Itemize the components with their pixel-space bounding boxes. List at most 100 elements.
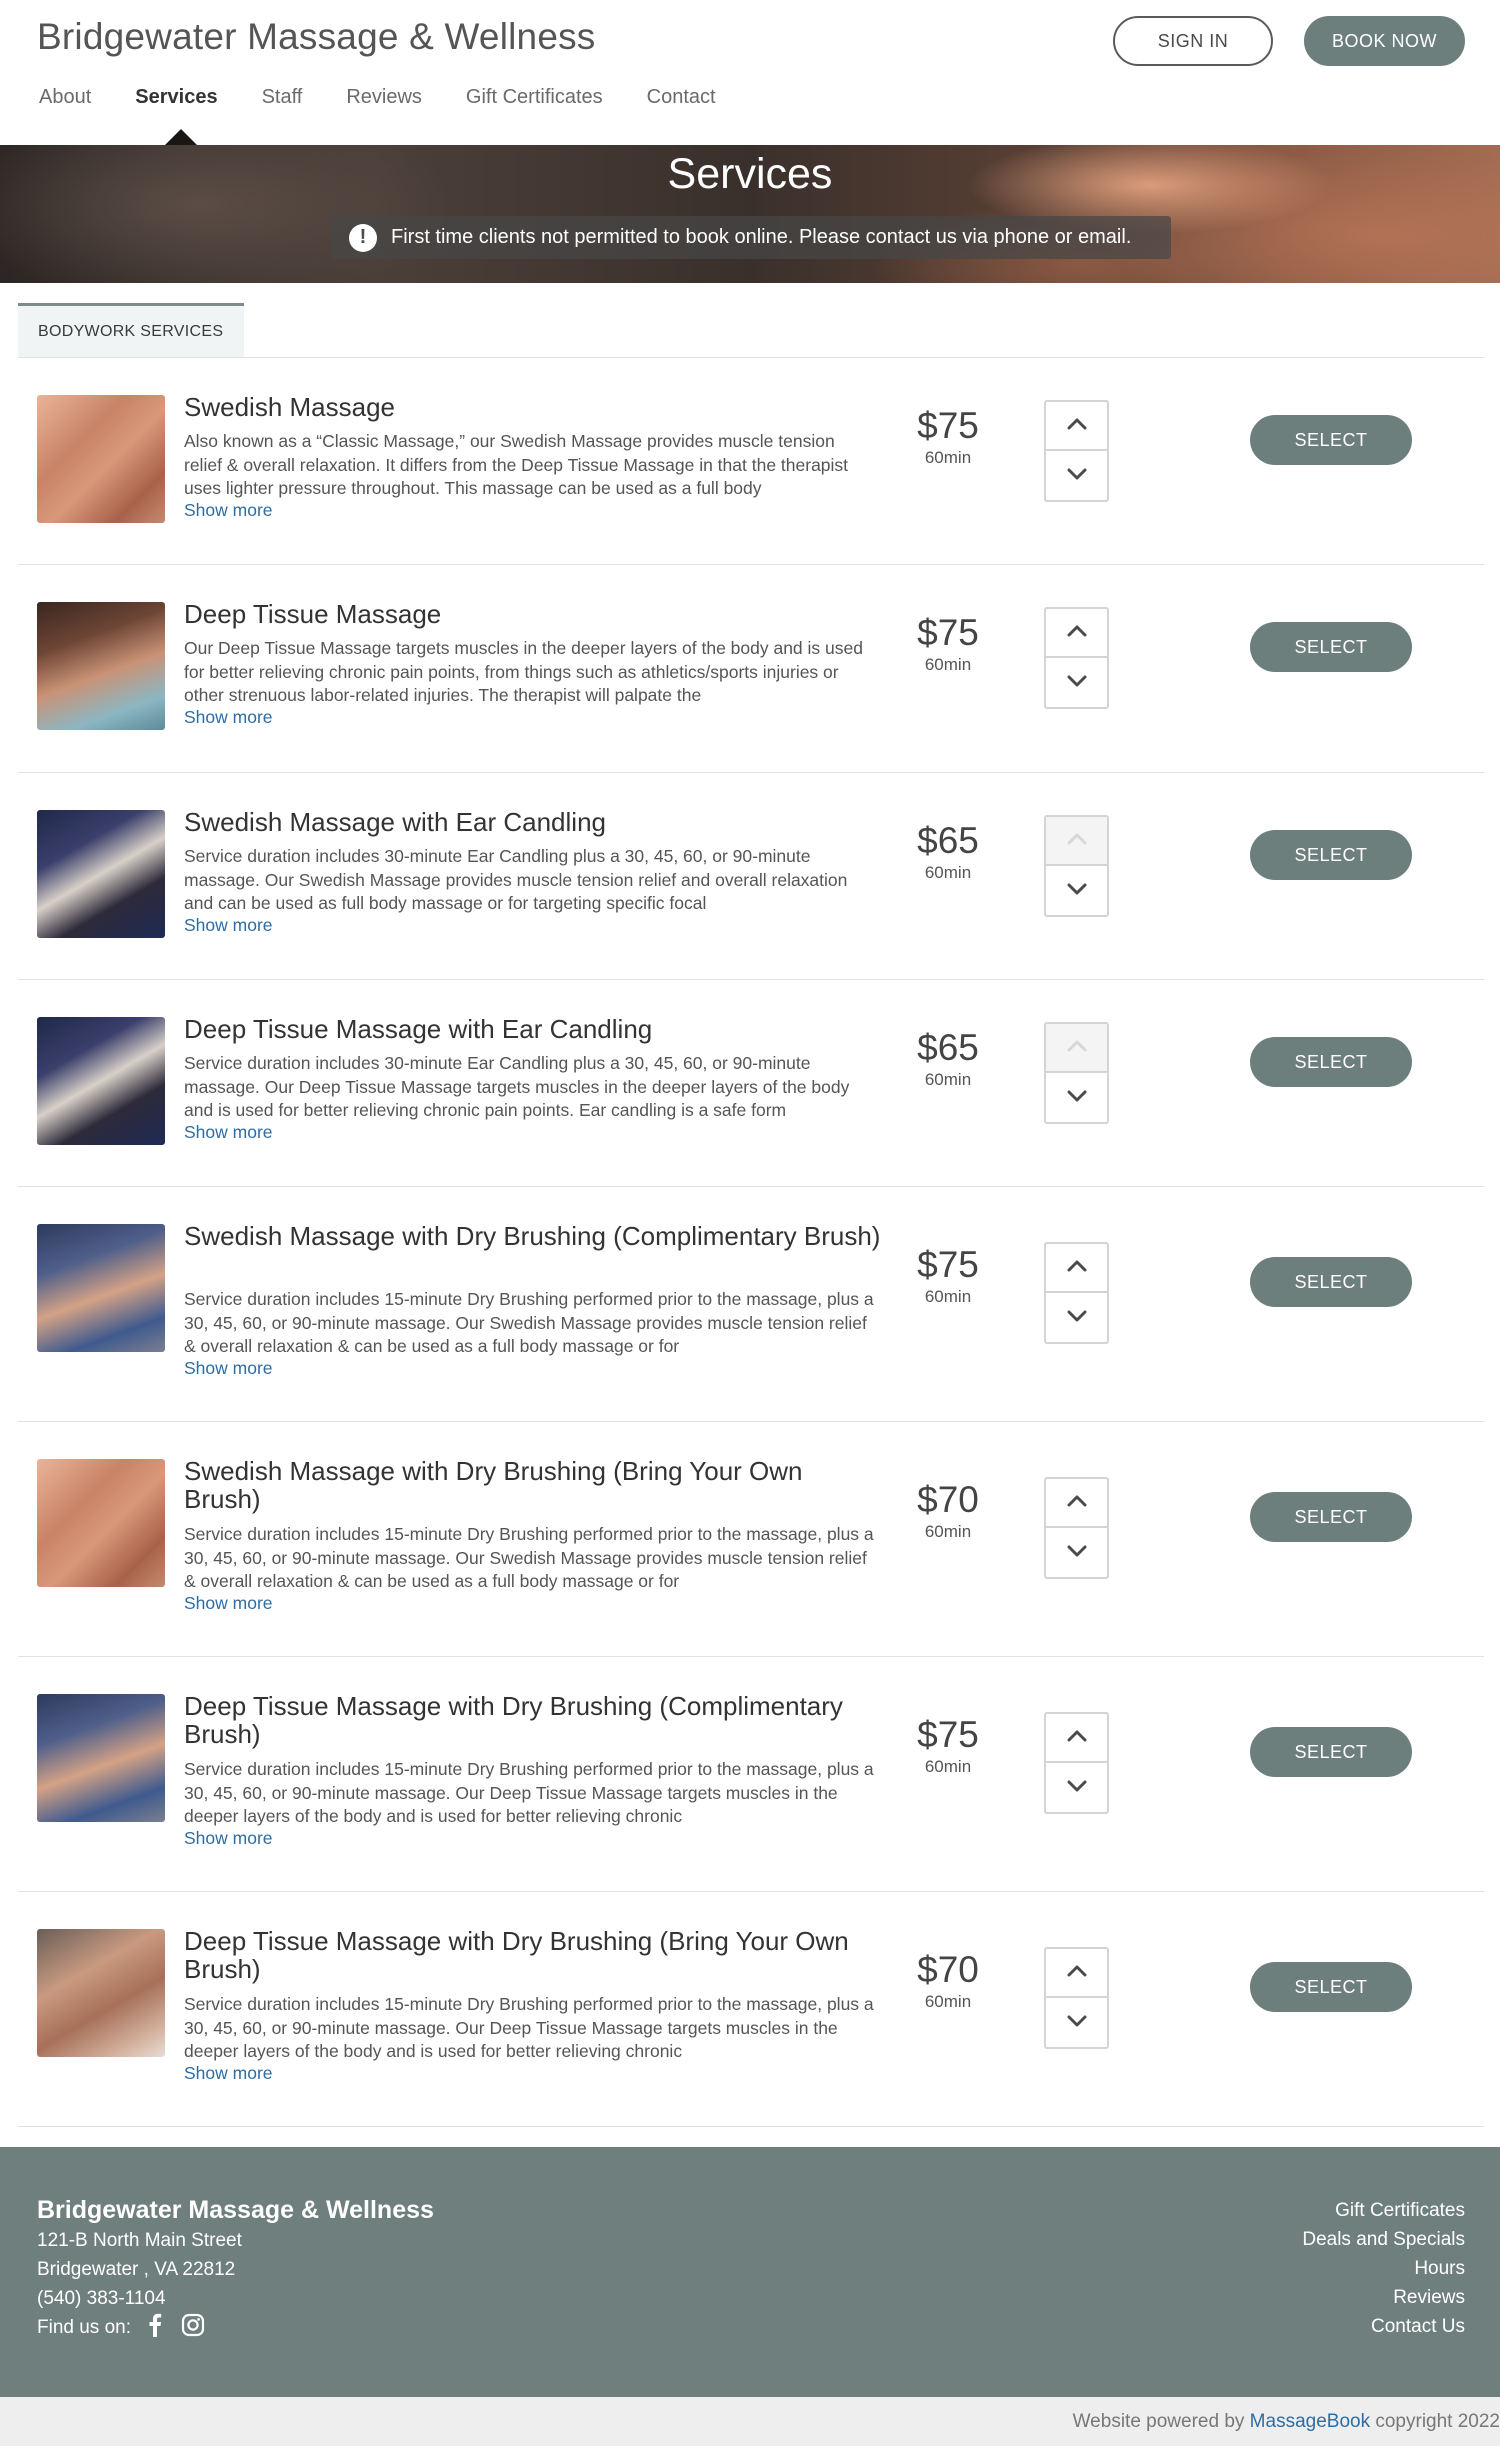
powered-by-prefix: Website powered by [1072, 2411, 1250, 2432]
service-image [37, 1017, 165, 1145]
book-now-button[interactable]: BOOK NOW [1304, 16, 1465, 66]
select-service-button[interactable]: SELECT [1250, 1962, 1412, 2012]
footer-link-hours[interactable]: Hours [1414, 2258, 1465, 2280]
duration-down-button[interactable] [1046, 451, 1107, 500]
footer-brand: Bridgewater Massage & Wellness [37, 2196, 434, 2224]
show-more-link[interactable]: Show more [184, 707, 273, 728]
chevron-down-icon [1067, 882, 1087, 900]
service-row: Swedish Massage with Dry Brushing (Bring… [18, 1422, 1484, 1657]
footer-link-gift-certificates[interactable]: Gift Certificates [1335, 2200, 1465, 2222]
service-price: $65 [917, 820, 979, 861]
duration-down-button[interactable] [1046, 866, 1107, 915]
service-image [37, 1459, 165, 1587]
duration-up-button[interactable] [1046, 1024, 1107, 1073]
show-more-link[interactable]: Show more [184, 1593, 273, 1614]
site-header: Bridgewater Massage & Wellness SIGN IN B… [0, 0, 1500, 146]
service-image [37, 1694, 165, 1822]
show-more-link[interactable]: Show more [184, 915, 273, 936]
chevron-up-icon [1067, 624, 1087, 642]
service-image [37, 810, 165, 938]
service-description: Service duration includes 15-minute Dry … [184, 1289, 874, 1356]
footer-link-reviews[interactable]: Reviews [1393, 2287, 1465, 2309]
duration-up-button[interactable] [1046, 402, 1107, 451]
nav-contact[interactable]: Contact [647, 86, 716, 109]
service-row: Deep Tissue Massage with Dry Brushing (B… [18, 1892, 1484, 2127]
duration-up-button[interactable] [1046, 609, 1107, 658]
chevron-down-icon [1067, 1089, 1087, 1107]
service-row: Swedish Massage with Ear Candling Service… [18, 773, 1484, 980]
duration-stepper [1044, 1022, 1109, 1124]
main-nav: About Services Staff Reviews Gift Certif… [39, 86, 760, 109]
chevron-down-icon [1067, 1309, 1087, 1327]
show-more-link[interactable]: Show more [184, 1358, 273, 1379]
alert-text: First time clients not permitted to book… [391, 226, 1132, 248]
chevron-up-icon [1067, 1039, 1087, 1057]
instagram-icon[interactable] [181, 2313, 205, 2342]
duration-up-button[interactable] [1046, 1949, 1107, 1998]
duration-up-button[interactable] [1046, 1714, 1107, 1763]
service-price: $65 [917, 1027, 979, 1068]
first-time-alert: ! First time clients not permitted to bo… [331, 216, 1171, 259]
site-footer: Bridgewater Massage & Wellness 121-B Nor… [0, 2147, 1500, 2397]
active-nav-caret [164, 129, 198, 146]
select-service-button[interactable]: SELECT [1250, 1727, 1412, 1777]
nav-reviews[interactable]: Reviews [346, 86, 422, 109]
service-description: Service duration includes 15-minute Dry … [184, 1759, 874, 1826]
page-title: Services [667, 150, 833, 198]
sign-in-button[interactable]: SIGN IN [1113, 16, 1273, 66]
duration-down-button[interactable] [1046, 1998, 1107, 2047]
nav-services[interactable]: Services [135, 86, 217, 109]
select-service-button[interactable]: SELECT [1250, 415, 1412, 465]
massagebook-link[interactable]: MassageBook [1250, 2411, 1370, 2432]
select-service-button[interactable]: SELECT [1250, 830, 1412, 880]
service-name: Swedish Massage [184, 392, 395, 422]
chevron-down-icon [1067, 467, 1087, 485]
service-image [37, 395, 165, 523]
exclamation-circle-icon: ! [349, 223, 377, 252]
duration-up-button[interactable] [1046, 817, 1107, 866]
duration-down-button[interactable] [1046, 1073, 1107, 1122]
footer-phone[interactable]: (540) 383-1104 [37, 2288, 166, 2310]
duration-down-button[interactable] [1046, 1293, 1107, 1342]
sub-footer: Website powered by MassageBook copyright… [0, 2397, 1500, 2446]
duration-down-button[interactable] [1046, 1763, 1107, 1812]
service-row: Swedish Massage Also known as a “Classic … [18, 358, 1484, 565]
chevron-down-icon [1067, 674, 1087, 692]
service-description: Service duration includes 30-minute Ear … [184, 1053, 850, 1120]
site-brand[interactable]: Bridgewater Massage & Wellness [37, 16, 596, 58]
chevron-up-icon [1067, 1964, 1087, 1982]
footer-link-contact[interactable]: Contact Us [1371, 2316, 1465, 2338]
service-name: Deep Tissue Massage with Dry Brushing (B… [184, 1926, 849, 1984]
nav-gift-certificates[interactable]: Gift Certificates [466, 86, 603, 109]
select-service-button[interactable]: SELECT [1250, 622, 1412, 672]
service-description: Service duration includes 30-minute Ear … [184, 846, 848, 913]
duration-down-button[interactable] [1046, 658, 1107, 707]
chevron-up-icon [1067, 832, 1087, 850]
duration-stepper [1044, 1712, 1109, 1814]
select-service-button[interactable]: SELECT [1250, 1492, 1412, 1542]
service-duration: 60min [924, 1287, 972, 1306]
chevron-down-icon [1067, 1544, 1087, 1562]
facebook-icon[interactable] [147, 2313, 163, 2342]
footer-link-deals[interactable]: Deals and Specials [1302, 2229, 1465, 2251]
select-service-button[interactable]: SELECT [1250, 1257, 1412, 1307]
show-more-link[interactable]: Show more [184, 1122, 273, 1143]
service-duration: 60min [924, 655, 972, 674]
service-duration: 60min [924, 1757, 972, 1776]
nav-staff[interactable]: Staff [262, 86, 303, 109]
duration-up-button[interactable] [1046, 1479, 1107, 1528]
tab-bodywork-services[interactable]: BODYWORK SERVICES [18, 303, 244, 357]
duration-down-button[interactable] [1046, 1528, 1107, 1577]
service-duration: 60min [924, 1522, 972, 1541]
chevron-up-icon [1067, 1259, 1087, 1277]
nav-about[interactable]: About [39, 86, 91, 109]
show-more-link[interactable]: Show more [184, 2063, 273, 2084]
service-description: Service duration includes 15-minute Dry … [184, 1994, 874, 2061]
select-service-button[interactable]: SELECT [1250, 1037, 1412, 1087]
show-more-link[interactable]: Show more [184, 500, 273, 521]
show-more-link[interactable]: Show more [184, 1828, 273, 1849]
service-duration: 60min [924, 1070, 972, 1089]
service-price: $70 [917, 1949, 979, 1990]
duration-up-button[interactable] [1046, 1244, 1107, 1293]
service-row: Deep Tissue Massage with Dry Brushing (C… [18, 1657, 1484, 1892]
